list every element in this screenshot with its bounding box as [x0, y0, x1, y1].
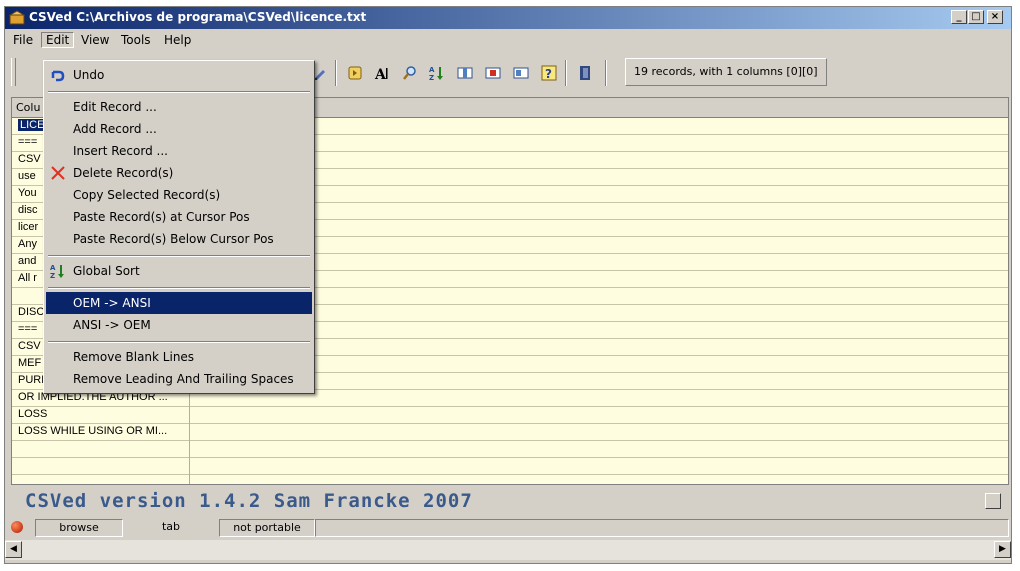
menu-paste-below-cursor[interactable]: Paste Record(s) Below Cursor Pos — [46, 228, 312, 250]
menu-help[interactable]: Help — [160, 32, 195, 48]
svg-text:?: ? — [545, 67, 552, 81]
sort-icon: AZ — [50, 264, 64, 279]
app-window: CSVed C:\Archivos de programa\CSVed\lice… — [4, 6, 1012, 564]
status-panel-empty — [315, 519, 1009, 537]
minimize-button[interactable]: _ — [951, 10, 967, 24]
table-cell: === — [18, 136, 38, 148]
menu-separator — [48, 91, 310, 93]
undo-icon — [51, 70, 65, 82]
table-cell: Any — [18, 238, 37, 250]
menu-separator — [48, 287, 310, 289]
table-cell: LOSS WHILE USING OR MI... — [18, 425, 168, 437]
table-cell: All r — [18, 272, 37, 284]
window-title: CSVed C:\Archivos de programa\CSVed\lice… — [29, 10, 367, 24]
menu-add-record[interactable]: Add Record ... — [46, 118, 312, 140]
version-banner: CSVed version 1.4.2 Sam Francke 2007 — [11, 487, 1009, 513]
table-cell: licer — [18, 221, 39, 233]
table-row[interactable]: LOSS — [12, 407, 1008, 424]
sort-icon[interactable]: AZ — [429, 65, 445, 81]
menu-insert-record[interactable]: Insert Record ... — [46, 140, 312, 162]
menu-separator — [48, 255, 310, 257]
maximize-button[interactable]: □ — [968, 10, 984, 24]
menu-tools[interactable]: Tools — [117, 32, 155, 48]
menu-edit[interactable]: Edit — [41, 32, 75, 48]
menu-separator — [48, 341, 310, 343]
toolbar-separator — [605, 60, 607, 86]
columns-icon[interactable] — [457, 65, 473, 81]
horizontal-scrollbar[interactable]: ◀ ▶ — [5, 540, 1011, 560]
menu-undo[interactable]: Undo — [46, 64, 312, 86]
status-separator: tab — [161, 520, 181, 533]
table-cell: use — [18, 170, 36, 182]
scroll-right-button[interactable]: ▶ — [994, 541, 1011, 558]
table-row-empty[interactable] — [12, 458, 1008, 475]
search-icon[interactable] — [402, 65, 418, 81]
collapse-icon[interactable] — [985, 493, 1001, 509]
version-banner-text: CSVed version 1.4.2 Sam Francke 2007 — [25, 490, 473, 512]
table-cell: CSV — [18, 153, 41, 165]
menu-ansi-to-oem[interactable]: ANSI -> OEM — [46, 314, 312, 336]
table-cell: disc — [18, 204, 38, 216]
toolbar-separator — [565, 60, 567, 86]
menu-file[interactable]: File — [9, 32, 37, 48]
table-cell: You — [18, 187, 37, 199]
menu-global-sort[interactable]: AZ Global Sort — [46, 260, 312, 282]
table-row-empty[interactable] — [12, 475, 1008, 484]
menu-paste-at-cursor[interactable]: Paste Record(s) at Cursor Pos — [46, 206, 312, 228]
delete-column-icon[interactable] — [485, 65, 501, 81]
svg-text:A: A — [374, 67, 387, 81]
record-count-display: 19 records, with 1 columns [0][0] — [625, 58, 827, 86]
svg-text:Z: Z — [429, 74, 434, 81]
app-icon — [9, 10, 25, 25]
menu-view[interactable]: View — [77, 32, 113, 48]
menu-edit-record[interactable]: Edit Record ... — [46, 96, 312, 118]
font-icon[interactable]: A — [374, 65, 390, 81]
table-cell: MEF — [18, 357, 42, 369]
table-cell: LOSS — [18, 408, 48, 420]
table-row-empty[interactable] — [12, 441, 1008, 458]
svg-text:Z: Z — [50, 272, 55, 279]
status-led-icon — [11, 521, 23, 533]
menu-remove-blank-lines[interactable]: Remove Blank Lines — [46, 346, 312, 368]
table-row[interactable]: LOSS WHILE USING OR MI... — [12, 424, 1008, 441]
menu-copy-selected[interactable]: Copy Selected Record(s) — [46, 184, 312, 206]
title-bar: CSVed C:\Archivos de programa\CSVed\lice… — [5, 7, 1011, 29]
status-portability: not portable — [219, 519, 315, 537]
exit-door-icon[interactable] — [577, 65, 593, 81]
toolbar-grip[interactable] — [11, 58, 16, 86]
close-button[interactable]: × — [987, 10, 1003, 24]
table-cell: === — [18, 323, 38, 335]
table-cell: DISC — [18, 306, 45, 318]
menu-remove-spaces[interactable]: Remove Leading And Trailing Spaces — [46, 368, 312, 390]
help-icon[interactable]: ? — [541, 65, 557, 81]
table-icon[interactable] — [513, 65, 529, 81]
edit-menu-dropdown: Undo Edit Record ... Add Record ... Inse… — [43, 60, 315, 394]
menu-oem-to-ansi[interactable]: OEM -> ANSI — [46, 292, 312, 314]
table-cell: CSV — [18, 340, 41, 352]
hand-icon[interactable] — [347, 65, 363, 81]
svg-text:A: A — [50, 264, 56, 272]
toolbar-separator — [335, 60, 337, 86]
svg-text:A: A — [429, 66, 435, 74]
table-cell: and — [18, 255, 37, 267]
menu-bar: File Edit View Tools Help — [5, 30, 1011, 50]
status-bar: browse tab not portable — [5, 517, 1011, 537]
menu-delete-records[interactable]: Delete Record(s) — [46, 162, 312, 184]
scroll-left-button[interactable]: ◀ — [5, 541, 22, 558]
column-header-label: Colu — [16, 101, 41, 114]
delete-x-icon — [51, 166, 65, 180]
status-mode: browse — [35, 519, 123, 537]
